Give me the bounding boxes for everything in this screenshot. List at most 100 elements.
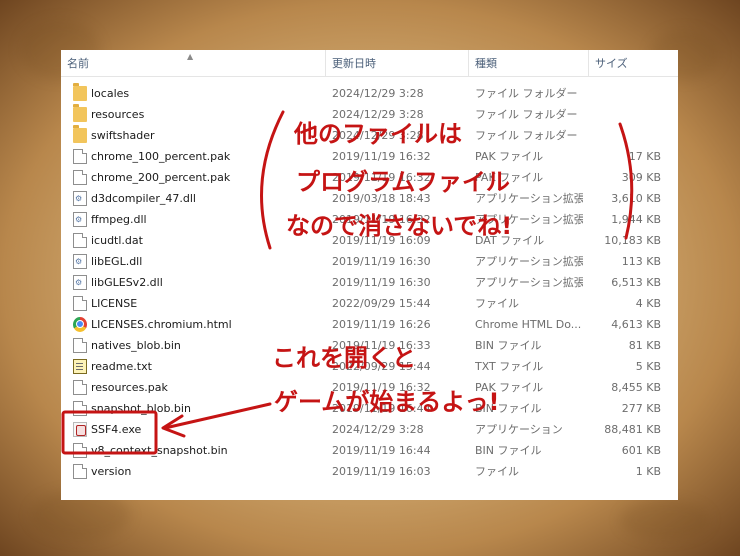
file-size: 277 KB xyxy=(621,402,661,415)
file-row[interactable]: LICENSES.chromium.html 2019/11/19 16:26 Ch… xyxy=(61,314,678,335)
file-size: 8,455 KB xyxy=(611,381,661,394)
file-date: 2019/11/19 16:09 xyxy=(332,234,431,247)
file-type: ファイル フォルダー xyxy=(475,108,578,121)
file-date: 2024/12/29 3:28 xyxy=(332,129,424,142)
file-icon xyxy=(73,401,87,416)
chrome-icon xyxy=(73,317,87,332)
file-row[interactable]: icudtl.dat 2019/11/19 16:09 DAT ファイル 10,183… xyxy=(61,230,678,251)
file-name: LICENSE xyxy=(91,297,138,310)
file-icon xyxy=(73,443,87,458)
file-size: 1 KB xyxy=(635,465,661,478)
file-name: icudtl.dat xyxy=(91,234,143,247)
file-name: natives_blob.bin xyxy=(91,339,181,352)
file-size: 4,613 KB xyxy=(611,318,661,331)
file-size: 601 KB xyxy=(621,444,661,457)
file-type: BIN ファイル xyxy=(475,339,542,352)
file-date: 2024/12/29 3:28 xyxy=(332,108,424,121)
file-type: ファイル xyxy=(475,465,519,478)
file-row[interactable]: snapshot_blob.bin 2019/11/19 16:44 BIN ファイ… xyxy=(61,398,678,419)
file-type: アプリケーション拡張 xyxy=(475,255,583,268)
file-row[interactable]: resources 2024/12/29 3:28 ファイル フォルダー xyxy=(61,104,678,125)
file-size: 113 KB xyxy=(621,255,661,268)
column-size-label: サイズ xyxy=(595,57,628,70)
file-size: 88,481 KB xyxy=(604,423,661,436)
file-row[interactable]: v8_context_snapshot.bin 2019/11/19 16:44 B… xyxy=(61,440,678,461)
column-date[interactable]: 更新日時 xyxy=(326,50,469,77)
file-name: locales xyxy=(91,87,130,100)
file-row[interactable]: LICENSE 2022/09/29 15:44 ファイル 4 KB xyxy=(61,293,678,314)
file-name: resources xyxy=(91,108,145,121)
file-icon xyxy=(73,380,87,395)
file-size: 6,513 KB xyxy=(611,276,661,289)
file-row[interactable]: natives_blob.bin 2019/11/19 16:33 BIN ファイル… xyxy=(61,335,678,356)
file-date: 2019/11/19 16:32 xyxy=(332,171,431,184)
file-type: ファイル フォルダー xyxy=(475,87,578,100)
file-row[interactable]: ffmpeg.dll 2019/11/19 16:32 アプリケーション拡張 1,94… xyxy=(61,209,678,230)
file-size: 5 KB xyxy=(635,360,661,373)
file-date: 2019/11/19 16:32 xyxy=(332,150,431,163)
file-row[interactable]: d3dcompiler_47.dll 2019/03/18 18:43 アプリケーシ… xyxy=(61,188,678,209)
file-size: 10,183 KB xyxy=(604,234,661,247)
file-size: 17 KB xyxy=(628,150,661,163)
dll-icon xyxy=(73,212,87,227)
file-date: 2024/12/29 3:28 xyxy=(332,87,424,100)
file-type: TXT ファイル xyxy=(475,360,544,373)
dll-icon xyxy=(73,275,87,290)
file-date: 2019/11/19 16:30 xyxy=(332,276,431,289)
file-date: 2019/11/19 16:33 xyxy=(332,339,431,352)
file-size: 4 KB xyxy=(635,297,661,310)
file-name: LICENSES.chromium.html xyxy=(91,318,232,331)
file-type: ファイル フォルダー xyxy=(475,129,578,142)
file-type: アプリケーション拡張 xyxy=(475,192,583,205)
column-type-label: 種類 xyxy=(475,57,497,70)
file-row[interactable]: swiftshader 2024/12/29 3:28 ファイル フォルダー xyxy=(61,125,678,146)
file-date: 2019/11/19 16:26 xyxy=(332,318,431,331)
column-date-label: 更新日時 xyxy=(332,57,376,70)
file-explorer-pane: ▲ 名前 更新日時 種類 サイズ locales 2024/12/29 3:28 フ… xyxy=(61,50,678,500)
file-type: アプリケーション拡張 xyxy=(475,276,583,289)
file-name: d3dcompiler_47.dll xyxy=(91,192,196,205)
file-type: Chrome HTML Do... xyxy=(475,318,582,331)
file-row[interactable]: libEGL.dll 2019/11/19 16:30 アプリケーション拡張 113 … xyxy=(61,251,678,272)
file-name: chrome_200_percent.pak xyxy=(91,171,231,184)
file-date: 2022/09/29 15:44 xyxy=(332,360,431,373)
file-type: アプリケーション xyxy=(475,423,563,436)
file-row[interactable]: SSF4.exe 2024/12/29 3:28 アプリケーション 88,481 KB xyxy=(61,419,678,440)
column-size[interactable]: サイズ xyxy=(589,50,678,77)
file-type: PAK ファイル xyxy=(475,150,544,163)
file-date: 2024/12/29 3:28 xyxy=(332,423,424,436)
file-icon xyxy=(73,233,87,248)
file-type: PAK ファイル xyxy=(475,171,544,184)
file-row[interactable]: locales 2024/12/29 3:28 ファイル フォルダー xyxy=(61,83,678,104)
file-type: DAT ファイル xyxy=(475,234,545,247)
file-icon xyxy=(73,464,87,479)
file-row[interactable]: resources.pak 2019/11/19 16:32 PAK ファイル 8,4… xyxy=(61,377,678,398)
file-row[interactable]: readme.txt 2022/09/29 15:44 TXT ファイル 5 KB xyxy=(61,356,678,377)
file-row[interactable]: chrome_200_percent.pak 2019/11/19 16:32 PA… xyxy=(61,167,678,188)
file-name: v8_context_snapshot.bin xyxy=(91,444,228,457)
file-icon xyxy=(73,170,87,185)
file-name: libGLESv2.dll xyxy=(91,276,163,289)
file-size: 81 KB xyxy=(628,339,661,352)
file-row[interactable]: libGLESv2.dll 2019/11/19 16:30 アプリケーション拡張 6… xyxy=(61,272,678,293)
file-row[interactable]: version 2019/11/19 16:03 ファイル 1 KB xyxy=(61,461,678,482)
file-date: 2019/11/19 16:30 xyxy=(332,255,431,268)
dll-icon xyxy=(73,254,87,269)
file-size: 1,944 KB xyxy=(611,213,661,226)
file-type: アプリケーション拡張 xyxy=(475,213,583,226)
column-header-row: ▲ 名前 更新日時 種類 サイズ xyxy=(61,50,678,77)
file-name: readme.txt xyxy=(91,360,152,373)
column-name[interactable]: 名前 xyxy=(61,50,326,77)
file-date: 2019/03/18 18:43 xyxy=(332,192,431,205)
file-type: PAK ファイル xyxy=(475,381,544,394)
file-name: snapshot_blob.bin xyxy=(91,402,191,415)
file-row[interactable]: chrome_100_percent.pak 2019/11/19 16:32 PA… xyxy=(61,146,678,167)
file-date: 2019/11/19 16:03 xyxy=(332,465,431,478)
column-type[interactable]: 種類 xyxy=(469,50,589,77)
column-name-label: 名前 xyxy=(67,57,89,70)
readme-icon xyxy=(73,359,87,374)
file-name: ffmpeg.dll xyxy=(91,213,147,226)
file-name: libEGL.dll xyxy=(91,255,143,268)
file-date: 2022/09/29 15:44 xyxy=(332,297,431,310)
file-date: 2019/11/19 16:32 xyxy=(332,381,431,394)
